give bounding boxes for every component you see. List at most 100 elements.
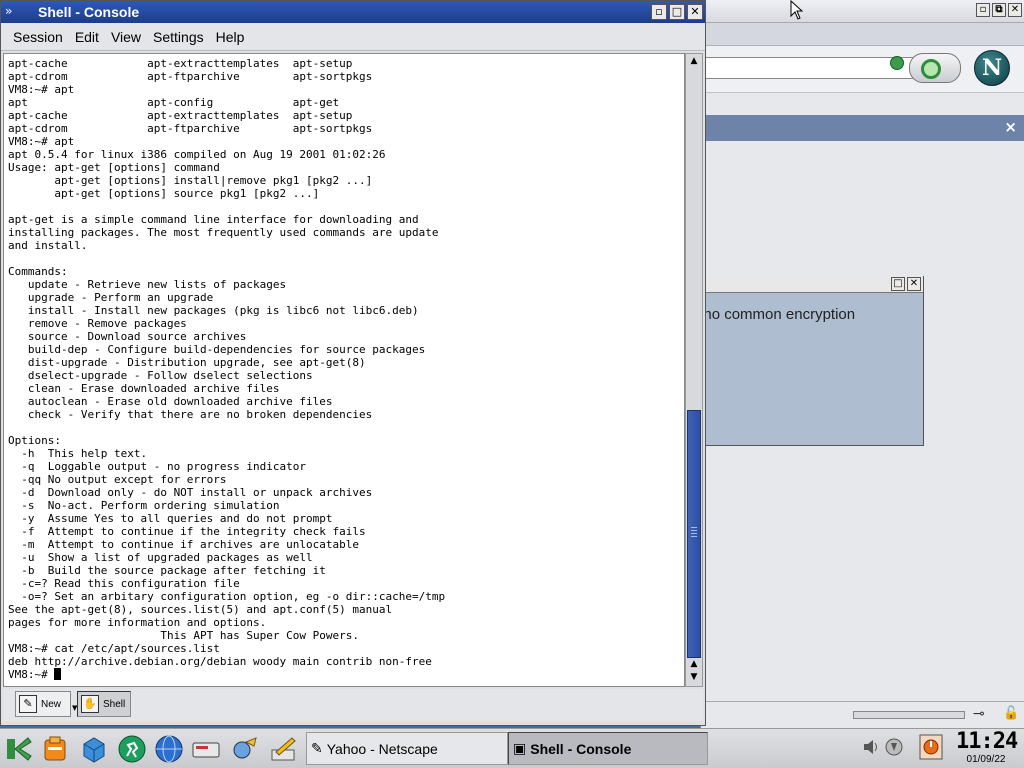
- security-dialog[interactable]: □ ✕ ave no common encryption: [675, 276, 924, 446]
- terminal-line: apt-get [options] install|remove pkg1 [p…: [8, 174, 373, 187]
- netscape-statusbar: ⊸ 🔓: [701, 701, 1024, 728]
- task-console[interactable]: ▣ Shell - Console: [508, 732, 708, 765]
- terminal-line: -f Attempt to continue if the integrity …: [8, 525, 366, 538]
- dialog-titlebar[interactable]: □ ✕: [701, 276, 923, 293]
- terminal-line: build-dep - Configure build-dependencies…: [8, 343, 426, 356]
- menu-settings[interactable]: Settings: [147, 29, 210, 45]
- pen-edit-icon[interactable]: [266, 733, 300, 765]
- scroll-up-arrow-icon[interactable]: ▲: [687, 55, 701, 68]
- terminal-line: -d Download only - do NOT install or unp…: [8, 486, 373, 499]
- network-icon[interactable]: [883, 734, 905, 760]
- tab-label-new: New: [41, 698, 62, 710]
- terminal-prompt-line[interactable]: VM8:~#: [8, 668, 445, 681]
- power-icon[interactable]: [918, 732, 944, 762]
- url-field[interactable]: [701, 57, 921, 79]
- menubar: Session Edit View Settings Help: [1, 23, 705, 51]
- menu-view[interactable]: View: [105, 29, 147, 45]
- terminal-line: Commands:: [8, 265, 68, 278]
- terminal-line: apt-cdrom apt-ftparchive apt-sortpkgs: [8, 122, 373, 135]
- terminal-line: apt-cache apt-extracttemplates apt-setup: [8, 109, 353, 122]
- terminal-lines: apt-cache apt-extracttemplates apt-setup…: [8, 57, 445, 681]
- security-status-icon[interactable]: [890, 56, 904, 70]
- terminal-line: -b Build the source package after fetchi…: [8, 564, 326, 577]
- terminal-output[interactable]: apt-cache apt-extracttemplates apt-setup…: [3, 53, 685, 687]
- netscape-gap: [701, 93, 1024, 115]
- globe-browser-icon[interactable]: [152, 733, 186, 765]
- tab-shell[interactable]: ✋ Shell: [77, 691, 131, 717]
- task-netscape[interactable]: ✎ Yahoo - Netscape: [306, 732, 508, 765]
- lock-icon[interactable]: 🔓: [1003, 706, 1019, 721]
- terminal-line: -o=? Set an arbitary configuration optio…: [8, 590, 446, 603]
- menu-edit[interactable]: Edit: [69, 29, 105, 45]
- window-title: Shell - Console: [38, 4, 140, 20]
- lifesaver-help-icon[interactable]: [38, 733, 72, 765]
- clock-time: 11:24: [956, 729, 1018, 754]
- konsole-window[interactable]: » Shell - Console ▫ □ ✕ Session Edit Vie…: [0, 0, 706, 726]
- runner-icon[interactable]: [115, 733, 149, 765]
- terminal-line: clean - Erase downloaded archive files: [8, 382, 280, 395]
- terminal-scrollbar[interactable]: ▲ ▲ ▼: [685, 53, 703, 687]
- dialog-close-button[interactable]: ✕: [907, 277, 921, 291]
- netscape-task-icon: ✎: [311, 740, 323, 757]
- taskbar: ✎ Yahoo - Netscape ▣ Shell - Console 11:…: [0, 728, 1024, 768]
- close-button[interactable]: ✕: [687, 4, 703, 20]
- minimize-button[interactable]: ▫: [976, 3, 990, 17]
- volume-icon[interactable]: [860, 734, 882, 760]
- terminal-line: dselect-upgrade - Follow dselect selecti…: [8, 369, 313, 382]
- terminal-line: Options:: [8, 434, 61, 447]
- window-menu-icon[interactable]: »: [5, 4, 12, 18]
- dialog-maximize-button[interactable]: □: [891, 277, 905, 291]
- search-button[interactable]: [909, 53, 961, 83]
- terminal-line: apt-get is a simple command line interfa…: [8, 213, 419, 226]
- terminal-line: pages for more information and options.: [8, 616, 267, 629]
- terminal-line: and install.: [8, 239, 88, 252]
- netscape-toolbar: N: [701, 46, 1024, 93]
- clock-date: 01/09/22: [966, 754, 1006, 765]
- netscape-menubar: [701, 23, 1024, 46]
- scroll-up-arrow-icon[interactable]: ▲: [687, 658, 701, 671]
- terminal-line: install - Install new packages (pkg is l…: [8, 304, 419, 317]
- terminal-line: -y Assume Yes to all queries and do not …: [8, 512, 333, 525]
- close-button[interactable]: ✕: [1008, 3, 1022, 17]
- terminal-line: -s No-act. Perform ordering simulation: [8, 499, 280, 512]
- terminal-line: installing packages. The most frequently…: [8, 226, 439, 239]
- terminal-line: apt-cache apt-extracttemplates apt-setup: [8, 57, 353, 70]
- task-label-netscape: Yahoo - Netscape: [326, 740, 438, 757]
- netscape-logo-icon[interactable]: N: [974, 50, 1010, 86]
- menu-session[interactable]: Session: [7, 29, 69, 45]
- scroll-down-arrow-icon[interactable]: ▼: [687, 671, 701, 684]
- sidebar-close-icon[interactable]: ×: [1004, 118, 1017, 136]
- scrollbar-thumb[interactable]: [687, 410, 701, 658]
- tools-icon[interactable]: [228, 733, 262, 765]
- restore-button[interactable]: ⧉: [992, 3, 1006, 17]
- terminal-line: check - Verify that there are no broken …: [8, 408, 373, 421]
- task-label-console: Shell - Console: [530, 740, 632, 757]
- text-cursor: [54, 668, 62, 680]
- konsole-titlebar[interactable]: » Shell - Console ▫ □ ✕: [1, 1, 705, 23]
- terminal-line: apt-cdrom apt-ftparchive apt-sortpkgs: [8, 70, 373, 83]
- sidebar-header: ×: [701, 115, 1024, 141]
- terminal-line: See the apt-get(8), sources.list(5) and …: [8, 603, 393, 616]
- terminal-line: autoclean - Erase old downloaded archive…: [8, 395, 333, 408]
- terminal-prompt: VM8:~#: [8, 668, 55, 681]
- kde-menu-icon[interactable]: [2, 733, 36, 765]
- menu-help[interactable]: Help: [210, 29, 251, 45]
- terminal-line: -q Loggable output - no progress indicat…: [8, 460, 307, 473]
- terminal-line: upgrade - Perform an upgrade: [8, 291, 214, 304]
- terminal-line: apt 0.5.4 for linux i386 compiled on Aug…: [8, 148, 386, 161]
- clock[interactable]: 11:24 01/09/22: [956, 729, 1018, 768]
- maximize-button[interactable]: □: [669, 4, 685, 20]
- drive-icon[interactable]: [189, 733, 223, 765]
- desktop: ▫ ⧉ ✕ N × ⊸ 🔓 □ ✕ ave no common encrypti…: [0, 0, 1024, 768]
- terminal-line: This APT has Super Cow Powers.: [8, 629, 359, 642]
- new-session-button[interactable]: ✎ New ▼: [15, 691, 77, 717]
- minimize-button[interactable]: ▫: [651, 4, 667, 20]
- terminal-line: VM8:~# apt: [8, 83, 75, 96]
- terminal-line: -c=? Read this configuration file: [8, 577, 240, 590]
- connection-plug-icon[interactable]: ⊸: [973, 706, 985, 722]
- home-cube-icon[interactable]: [77, 733, 111, 765]
- console-task-icon: ▣: [513, 740, 527, 757]
- netscape-titlebar[interactable]: ▫ ⧉ ✕: [701, 0, 1024, 23]
